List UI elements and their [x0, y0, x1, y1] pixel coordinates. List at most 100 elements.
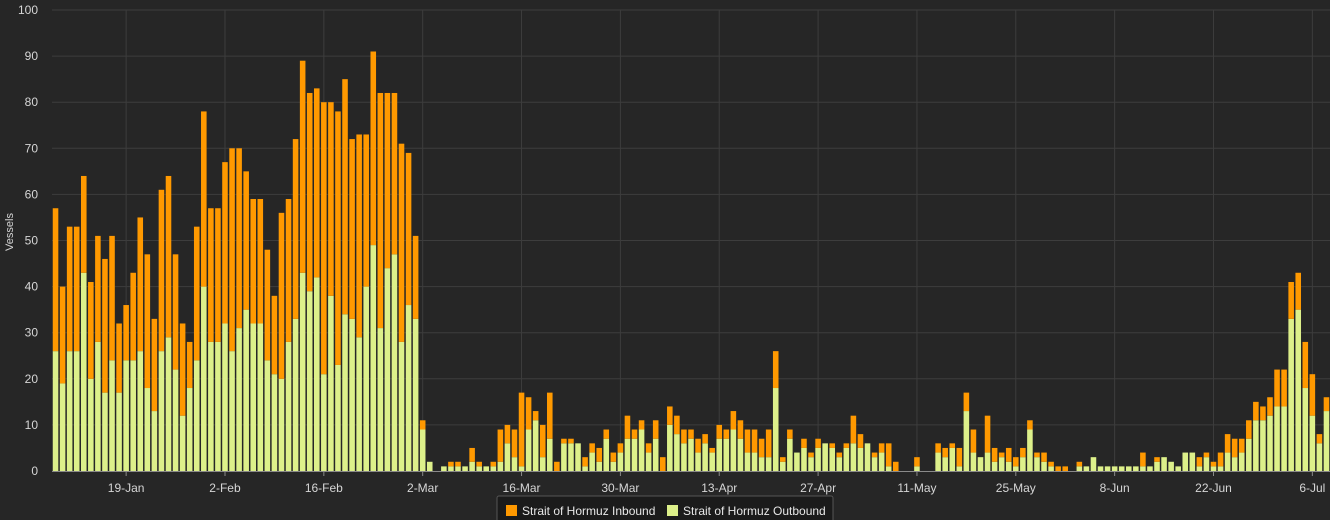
bar-inbound[interactable]	[179, 323, 186, 416]
bar-outbound[interactable]	[88, 378, 94, 471]
bar-inbound[interactable]	[1013, 457, 1019, 467]
bar-inbound[interactable]	[956, 447, 963, 467]
bar-inbound[interactable]	[772, 351, 779, 389]
bar-outbound[interactable]	[801, 447, 807, 471]
bar-inbound[interactable]	[215, 208, 221, 342]
bar-outbound[interactable]	[850, 443, 857, 471]
bar-outbound[interactable]	[476, 466, 482, 471]
bar-outbound[interactable]	[652, 438, 659, 471]
bar-inbound[interactable]	[52, 208, 59, 352]
bar-outbound[interactable]	[871, 457, 878, 471]
bar-outbound[interactable]	[596, 461, 602, 471]
bar-outbound[interactable]	[885, 466, 892, 471]
bar-outbound[interactable]	[292, 318, 299, 471]
bar-inbound[interactable]	[532, 411, 539, 421]
bar-outbound[interactable]	[52, 351, 59, 471]
bar-inbound[interactable]	[158, 189, 165, 352]
bar-inbound[interactable]	[1267, 397, 1273, 416]
bar-outbound[interactable]	[772, 388, 779, 471]
bar-inbound[interactable]	[370, 51, 377, 246]
bar-outbound[interactable]	[589, 452, 595, 471]
bar-inbound[interactable]	[547, 392, 553, 439]
bar-inbound[interactable]	[455, 461, 461, 467]
bar-outbound[interactable]	[511, 457, 518, 471]
legend-label-outbound[interactable]: Strait of Hormuz Outbound	[683, 504, 826, 518]
bar-outbound[interactable]	[321, 374, 327, 471]
bar-inbound[interactable]	[942, 447, 948, 458]
bar-outbound[interactable]	[243, 309, 249, 471]
bar-outbound[interactable]	[462, 466, 468, 471]
bar-outbound[interactable]	[1295, 309, 1302, 471]
bar-inbound[interactable]	[610, 452, 617, 462]
bar-outbound[interactable]	[109, 360, 115, 471]
bar-outbound[interactable]	[539, 457, 546, 471]
bar-outbound[interactable]	[610, 461, 617, 471]
bar-inbound[interactable]	[137, 217, 144, 352]
bar-inbound[interactable]	[229, 148, 235, 352]
bar-outbound[interactable]	[645, 452, 652, 471]
bar-inbound[interactable]	[398, 143, 405, 342]
bar-outbound[interactable]	[102, 392, 108, 471]
bar-inbound[interactable]	[1253, 401, 1259, 421]
legend-label-inbound[interactable]: Strait of Hormuz Inbound	[522, 504, 655, 518]
bar-inbound[interactable]	[102, 258, 108, 393]
bar-outbound[interactable]	[313, 277, 320, 471]
bar-inbound[interactable]	[758, 438, 765, 458]
bar-outbound[interactable]	[1288, 318, 1294, 471]
bar-outbound[interactable]	[377, 328, 384, 471]
bar-inbound[interactable]	[419, 420, 426, 430]
bar-inbound[interactable]	[878, 443, 885, 453]
bar-inbound[interactable]	[737, 420, 744, 439]
bar-inbound[interactable]	[356, 134, 362, 338]
bar-inbound[interactable]	[1140, 452, 1146, 467]
bar-outbound[interactable]	[998, 457, 1005, 471]
bar-inbound[interactable]	[1281, 369, 1287, 407]
bar-outbound[interactable]	[617, 452, 624, 471]
bar-inbound[interactable]	[130, 272, 136, 361]
bar-inbound[interactable]	[497, 429, 504, 462]
bar-inbound[interactable]	[186, 341, 193, 389]
bar-outbound[interactable]	[702, 443, 708, 471]
bar-inbound[interactable]	[278, 212, 285, 379]
bar-outbound[interactable]	[384, 268, 391, 471]
bar-outbound[interactable]	[1260, 420, 1266, 471]
bar-inbound[interactable]	[1027, 420, 1033, 430]
bar-inbound[interactable]	[1048, 461, 1054, 467]
bar-inbound[interactable]	[1055, 466, 1061, 471]
bar-outbound[interactable]	[1133, 466, 1139, 471]
bar-inbound[interactable]	[208, 208, 214, 342]
bar-inbound[interactable]	[236, 148, 242, 329]
bar-outbound[interactable]	[737, 438, 744, 471]
bar-inbound[interactable]	[836, 452, 843, 458]
bar-inbound[interactable]	[1203, 452, 1210, 458]
bar-inbound[interactable]	[723, 429, 730, 439]
bar-inbound[interactable]	[469, 447, 475, 462]
bar-inbound[interactable]	[1288, 281, 1294, 319]
bar-inbound[interactable]	[695, 438, 701, 453]
bar-outbound[interactable]	[1267, 415, 1273, 471]
bar-outbound[interactable]	[547, 438, 553, 471]
bar-inbound[interactable]	[476, 461, 482, 467]
bar-outbound[interactable]	[1196, 466, 1203, 471]
bar-outbound[interactable]	[426, 461, 433, 471]
bar-outbound[interactable]	[1020, 457, 1026, 471]
bar-outbound[interactable]	[808, 457, 814, 471]
bar-outbound[interactable]	[1083, 466, 1090, 471]
bar-outbound[interactable]	[158, 351, 165, 471]
bar-outbound[interactable]	[229, 351, 235, 471]
bar-inbound[interactable]	[730, 411, 737, 430]
bar-inbound[interactable]	[617, 443, 624, 453]
bar-outbound[interactable]	[448, 466, 454, 471]
bar-inbound[interactable]	[659, 457, 666, 471]
bar-inbound[interactable]	[377, 92, 384, 329]
bar-outbound[interactable]	[222, 323, 228, 471]
bar-outbound[interactable]	[695, 452, 701, 471]
bar-outbound[interactable]	[857, 447, 864, 471]
bar-inbound[interactable]	[568, 438, 574, 444]
bar-outbound[interactable]	[935, 452, 941, 471]
bar-outbound[interactable]	[405, 305, 412, 471]
bar-inbound[interactable]	[970, 429, 977, 453]
bar-outbound[interactable]	[667, 424, 673, 471]
bar-outbound[interactable]	[497, 461, 504, 471]
bar-inbound[interactable]	[554, 461, 560, 471]
